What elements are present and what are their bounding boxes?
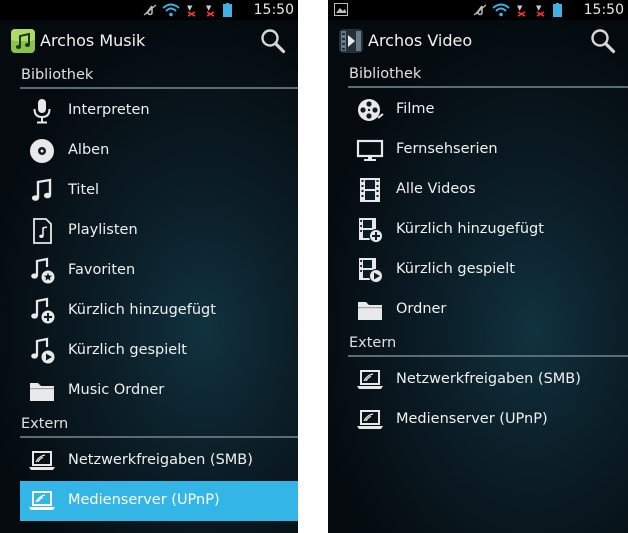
nav-item-interpreten[interactable]: Interpreten: [20, 91, 298, 131]
section-header-library: Bibliothek: [0, 65, 298, 89]
nav-item-recently-played[interactable]: Kürzlich gespielt: [20, 331, 298, 371]
video-screen: ▼ ▼ 15:50 Archos Video Bibliothek Filme …: [328, 0, 628, 533]
battery-icon: [553, 3, 562, 17]
nav-item-favoriten[interactable]: Favoriten: [20, 251, 298, 291]
nav-item-recently-added[interactable]: Kürzlich hinzugefügt: [20, 291, 298, 331]
nav-item-label: Kürzlich hinzugefügt: [396, 221, 544, 237]
nav-item-label: Alle Videos: [396, 181, 476, 197]
section-divider: [348, 86, 628, 88]
music-screen: ▼ ▼ 15:50 Archos Musik Bibliothek Interp…: [0, 0, 298, 533]
nav-item-alle-videos[interactable]: Alle Videos: [348, 170, 628, 210]
action-bar: Archos Video: [328, 22, 628, 62]
nav-item-label: Playlisten: [68, 222, 138, 238]
nav-item-fernsehserien[interactable]: Fernsehserien: [348, 130, 628, 170]
section-divider: [20, 436, 298, 438]
film-reel-icon: [358, 99, 384, 121]
no-signal-icon: ▼: [517, 4, 526, 17]
no-signal-icon-2: ▼: [206, 4, 215, 17]
gallery-notification-icon: [334, 3, 348, 16]
tv-icon: [356, 139, 384, 161]
svg-text:▼: ▼: [536, 4, 542, 12]
section-divider: [20, 87, 298, 89]
section-label: Extern: [21, 416, 69, 432]
nav-item-filme[interactable]: Filme: [348, 90, 628, 130]
nav-item-label: Medienserver (UPnP): [68, 492, 220, 508]
nav-item-label: Favoriten: [68, 262, 136, 278]
nav-item-titel[interactable]: Titel: [20, 171, 298, 211]
music-app-icon[interactable]: [10, 28, 36, 54]
nav-item-recently-played[interactable]: Kürzlich gespielt: [348, 250, 628, 290]
note-play-icon: [31, 337, 55, 364]
svg-text:▼: ▼: [206, 4, 212, 12]
note-star-icon: [31, 257, 55, 284]
section-label: Bibliothek: [21, 67, 94, 83]
nav-item-label: Filme: [396, 101, 435, 117]
nav-item-label: Medienserver (UPnP): [396, 411, 548, 427]
nav-item-label: Music Ordner: [68, 382, 165, 398]
microphone-icon: [33, 99, 51, 124]
status-bar: ▼ ▼ 15:50: [328, 0, 628, 20]
nav-item-label: Ordner: [396, 301, 447, 317]
nav-item-label: Interpreten: [68, 102, 150, 118]
folder-icon: [30, 383, 54, 401]
app-title: Archos Video: [368, 31, 473, 50]
nav-item-label: Kürzlich hinzugefügt: [68, 302, 216, 318]
nav-item-label: Alben: [68, 142, 110, 158]
section-header-extern: Extern: [328, 333, 628, 357]
laptop-network-icon: [29, 491, 55, 510]
music-note-icon: [31, 178, 52, 201]
svg-text:▼: ▼: [517, 4, 523, 12]
svg-text:▼: ▼: [187, 4, 193, 12]
laptop-network-icon: [357, 370, 383, 389]
nav-item-label: Netzwerkfreigaben (SMB): [396, 371, 581, 387]
no-signal-icon: ▼: [187, 4, 196, 17]
nav-item-label: Kürzlich gespielt: [396, 261, 515, 277]
nav-item-alben[interactable]: Alben: [20, 131, 298, 171]
film-strip-icon: [360, 178, 380, 202]
nav-item-upnp[interactable]: Medienserver (UPnP): [20, 481, 298, 521]
disc-icon: [30, 139, 54, 163]
nav-item-label: Titel: [68, 182, 100, 198]
mute-icon: [473, 4, 487, 16]
wifi-icon: [162, 3, 180, 17]
status-bar: ▼ ▼ 15:50: [0, 0, 298, 20]
section-header-extern: Extern: [0, 414, 298, 438]
wifi-icon: [492, 3, 510, 17]
nav-item-recently-added[interactable]: Kürzlich hinzugefügt: [348, 210, 628, 250]
nav-item-music-folder[interactable]: Music Ordner: [20, 371, 298, 411]
nav-item-smb[interactable]: Netzwerkfreigaben (SMB): [20, 441, 298, 481]
film-play-icon: [359, 258, 383, 283]
nav-item-ordner[interactable]: Ordner: [348, 290, 628, 330]
no-signal-icon-2: ▼: [536, 4, 545, 17]
clock: 15:50: [253, 2, 294, 18]
search-icon[interactable]: [590, 28, 616, 54]
section-label: Bibliothek: [349, 66, 422, 82]
nav-item-label: Netzwerkfreigaben (SMB): [68, 452, 253, 468]
battery-icon: [223, 3, 232, 17]
section-label: Extern: [349, 335, 397, 351]
clock: 15:50: [583, 2, 624, 18]
section-divider: [348, 355, 628, 357]
laptop-network-icon: [357, 410, 383, 429]
nav-item-label: Kürzlich gespielt: [68, 342, 187, 358]
note-plus-icon: [31, 297, 55, 324]
section-header-library: Bibliothek: [328, 64, 628, 88]
laptop-network-icon: [29, 451, 55, 470]
search-icon[interactable]: [260, 28, 286, 54]
nav-item-playlisten[interactable]: Playlisten: [20, 211, 298, 251]
mute-icon: [143, 4, 157, 16]
video-app-icon[interactable]: [338, 28, 364, 54]
nav-item-label: Fernsehserien: [396, 141, 498, 157]
app-title: Archos Musik: [40, 31, 146, 50]
film-plus-icon: [359, 218, 383, 243]
folder-icon: [358, 302, 382, 320]
nav-item-upnp[interactable]: Medienserver (UPnP): [348, 400, 628, 440]
nav-item-smb[interactable]: Netzwerkfreigaben (SMB): [348, 360, 628, 400]
action-bar: Archos Musik: [0, 22, 298, 62]
playlist-file-icon: [33, 218, 52, 244]
